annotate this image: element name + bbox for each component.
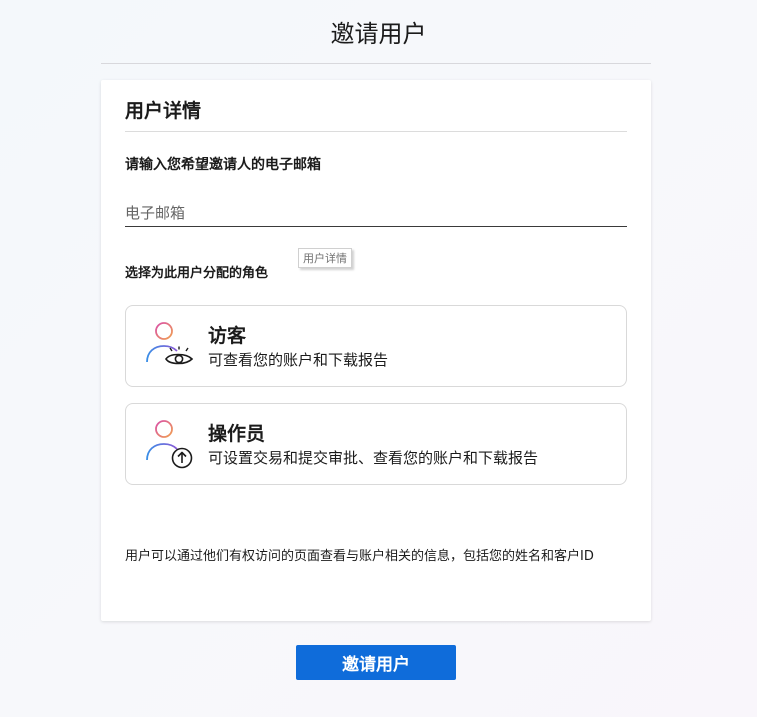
email-field[interactable] [125,199,627,227]
title-divider [101,63,651,64]
role-name: 访客 [208,325,247,347]
role-option-operator[interactable]: 操作员 可设置交易和提交审批、查看您的账户和下载报告 [125,403,627,485]
tooltip: 用户详情 [298,248,352,268]
person-eye-icon [142,318,198,374]
role-option-viewer[interactable]: 访客 可查看您的账户和下载报告 [125,305,627,387]
person-upload-icon [142,416,198,472]
role-description: 可查看您的账户和下载报告 [208,351,389,369]
card-divider [125,131,627,132]
page-title: 邀请用户 [330,20,427,48]
card-title: 用户详情 [125,100,202,122]
invite-user-button[interactable]: 邀请用户 [296,645,456,680]
user-details-card: 用户详情 请输入您希望邀请人的电子邮箱 选择为此用户分配的角色 用户详情 [101,80,651,621]
role-name: 操作员 [208,423,266,445]
privacy-footnote: 用户可以通过他们有权访问的页面查看与账户相关的信息，包括您的姓名和客户ID [125,549,594,564]
role-prompt-label: 选择为此用户分配的角色 [125,266,269,281]
role-description: 可设置交易和提交审批、查看您的账户和下载报告 [208,449,539,467]
email-prompt-label: 请输入您希望邀请人的电子邮箱 [125,157,321,173]
